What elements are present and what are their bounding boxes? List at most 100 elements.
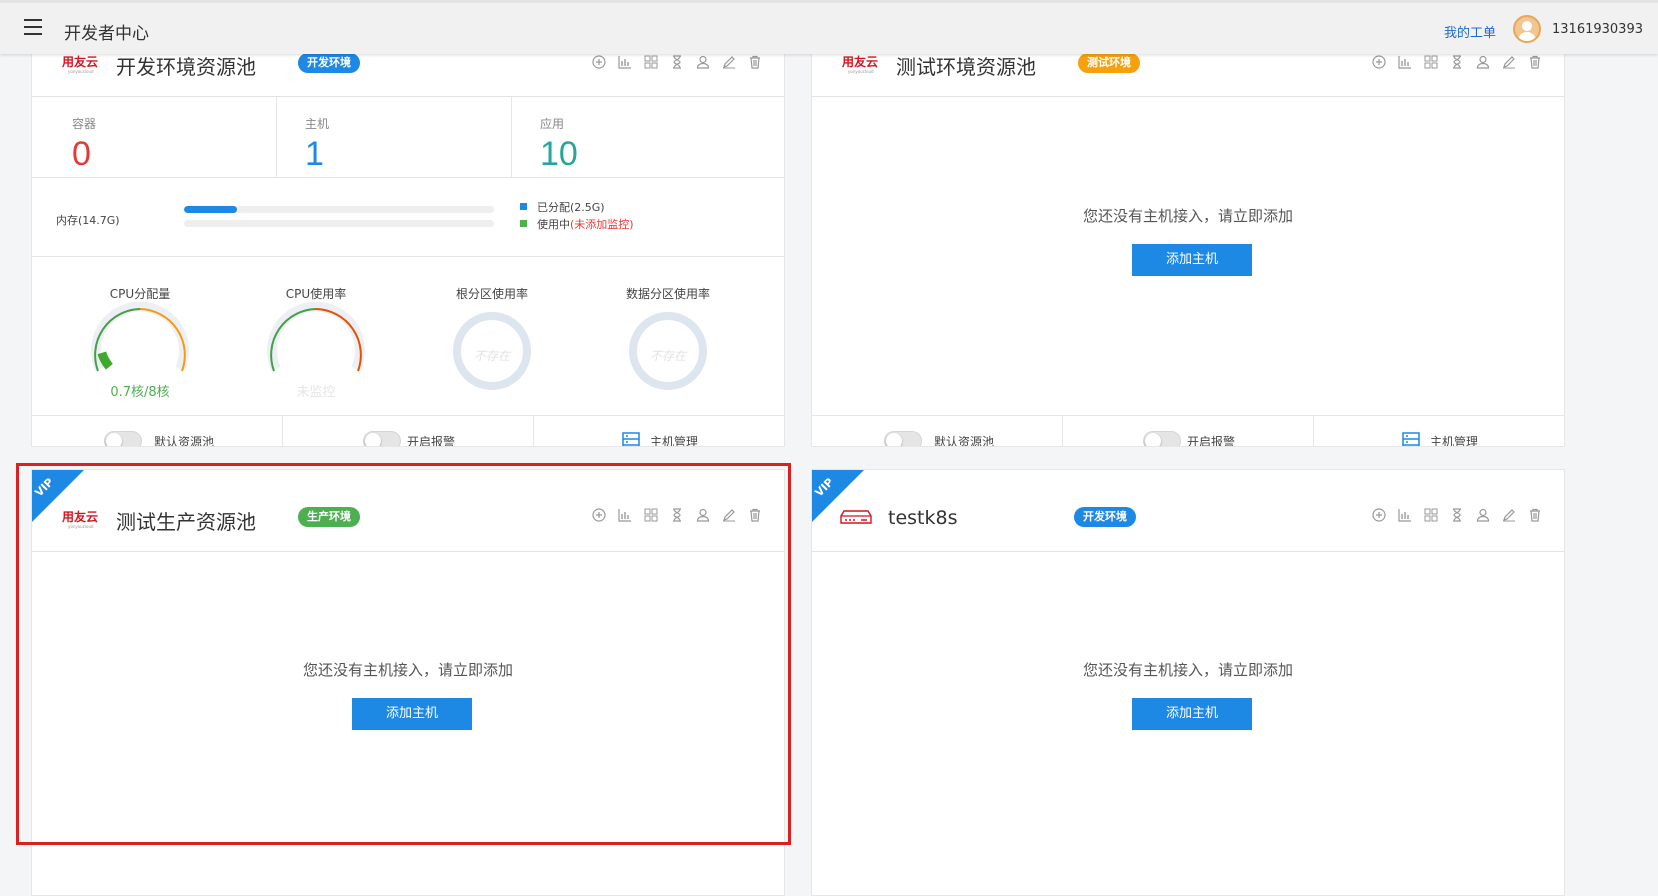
trash-icon[interactable] xyxy=(1526,506,1544,524)
hourglass-icon[interactable] xyxy=(1448,506,1466,524)
trash-icon[interactable] xyxy=(746,53,764,71)
card-header: testk8s 开发环境 xyxy=(812,470,1564,552)
bar-chart-icon[interactable] xyxy=(1396,53,1414,71)
user-icon[interactable] xyxy=(694,53,712,71)
alarm-toggle[interactable] xyxy=(1143,431,1181,446)
gauge-value: 未监控 xyxy=(296,385,336,400)
memory-label: 内存(14.7G) xyxy=(56,214,120,227)
stat-value: 1 xyxy=(305,135,324,173)
alarm-cell: 开启报警 xyxy=(1063,416,1314,446)
user-icon[interactable] xyxy=(694,506,712,524)
card-actions xyxy=(590,53,764,71)
bar-chart-icon[interactable] xyxy=(1396,506,1414,524)
default-pool-toggle[interactable] xyxy=(104,431,142,446)
edit-icon[interactable] xyxy=(720,53,738,71)
hourglass-icon[interactable] xyxy=(668,53,686,71)
add-circle-icon[interactable] xyxy=(1370,53,1388,71)
default-pool-cell: 默认资源池 xyxy=(812,416,1063,446)
pool-name: 测试环境资源池 xyxy=(896,55,1036,79)
env-badge: 测试环境 xyxy=(1078,53,1140,73)
default-pool-toggle[interactable] xyxy=(884,431,922,446)
add-host-button[interactable]: 添加主机 xyxy=(352,698,472,730)
hourglass-icon[interactable] xyxy=(1448,53,1466,71)
default-pool-cell: 默认资源池 xyxy=(32,416,283,446)
memory-row: 内存(14.7G) 已分配(2.5G) 使用中(未添加监控) xyxy=(32,177,784,257)
stat-apps: 应用 10 xyxy=(540,117,578,173)
yonyou-logo: 用友云 yonyoucloud xyxy=(62,510,99,529)
gauge-cpu-usage: CPU使用率 未监控 xyxy=(246,285,386,400)
card-footer: 默认资源池 开启报警 主机管理 xyxy=(32,415,784,447)
empty-message: 您还没有主机接入，请立即添加 xyxy=(302,661,513,679)
stat-containers: 容器 0 xyxy=(32,97,277,177)
memory-allocated-bar xyxy=(184,206,494,213)
empty-message: 您还没有主机接入，请立即添加 xyxy=(1082,207,1293,225)
pool-card-testk8s: VIP testk8s 开发环境 您还没有主机接入，请立即添加 添加主机 xyxy=(811,469,1565,896)
top-bar: 开发者中心 我的工单 13161930393 xyxy=(0,0,1658,54)
server-icon[interactable] xyxy=(1402,432,1420,447)
card-footer: 默认资源池 开启报警 主机管理 xyxy=(812,415,1564,447)
empty-message: 您还没有主机接入，请立即添加 xyxy=(1082,661,1293,679)
gauge-value: 不存在 xyxy=(473,349,510,363)
stat-value: 10 xyxy=(540,135,578,173)
add-host-button[interactable]: 添加主机 xyxy=(1132,698,1252,730)
card-actions xyxy=(590,506,764,524)
edit-icon[interactable] xyxy=(1500,53,1518,71)
add-host-button[interactable]: 添加主机 xyxy=(1132,244,1252,276)
card-actions xyxy=(1370,506,1544,524)
grid-icon[interactable] xyxy=(1422,53,1440,71)
card-actions xyxy=(1370,53,1544,71)
user-icon[interactable] xyxy=(1474,53,1492,71)
gauge-cpu-allocation: CPU分配量 0.7核/8核 xyxy=(70,285,210,400)
trash-icon[interactable] xyxy=(746,506,764,524)
edit-icon[interactable] xyxy=(720,506,738,524)
grid-icon[interactable] xyxy=(642,53,660,71)
env-badge: 开发环境 xyxy=(1074,507,1136,527)
pool-card-prod: VIP 用友云 yonyoucloud 测试生产资源池 生产环境 您还没有主机接入… xyxy=(31,469,785,896)
card-header: 用友云 yonyoucloud 测试生产资源池 生产环境 xyxy=(32,470,784,552)
data-partition-dial xyxy=(629,312,707,390)
host-manage-cell[interactable]: 主机管理 xyxy=(1314,416,1564,447)
env-badge: 生产环境 xyxy=(298,507,360,527)
memory-allocated-fill xyxy=(184,206,237,213)
hourglass-icon[interactable] xyxy=(668,506,686,524)
gauge-root-partition: 根分区使用率 不存在 xyxy=(422,285,562,390)
gauge-value: 不存在 xyxy=(649,349,686,363)
alarm-cell: 开启报警 xyxy=(283,416,534,446)
cpu-allocation-level xyxy=(97,351,113,370)
pool-card-test: 用友云 yonyoucloud 测试环境资源池 测试环境 您还没有主机接入，请立即… xyxy=(811,14,1565,447)
hamburger-menu-icon[interactable] xyxy=(24,19,44,35)
my-orders-link[interactable]: 我的工单 xyxy=(1444,22,1496,41)
server-icon[interactable] xyxy=(622,432,640,447)
legend-allocated: 已分配(2.5G) xyxy=(520,199,605,215)
pool-name: 开发环境资源池 xyxy=(116,55,256,79)
root-partition-dial xyxy=(453,312,531,390)
grid-icon[interactable] xyxy=(1422,506,1440,524)
gauge-value: 0.7核/8核 xyxy=(110,385,170,400)
add-circle-icon[interactable] xyxy=(590,53,608,71)
add-circle-icon[interactable] xyxy=(590,506,608,524)
alarm-toggle[interactable] xyxy=(363,431,401,446)
no-monitor-note: (未添加监控) xyxy=(570,218,634,231)
pool-card-dev: 用友云 yonyoucloud 开发环境资源池 开发环境 容器 0 主机 1 应用… xyxy=(31,14,785,447)
host-manage-cell[interactable]: 主机管理 xyxy=(534,416,784,447)
bar-chart-icon[interactable] xyxy=(616,506,634,524)
user-icon[interactable] xyxy=(1474,506,1492,524)
grid-icon[interactable] xyxy=(642,506,660,524)
env-badge: 开发环境 xyxy=(298,53,360,73)
trash-icon[interactable] xyxy=(1526,53,1544,71)
host-manage-link[interactable]: 主机管理 xyxy=(1430,433,1478,446)
user-avatar[interactable] xyxy=(1513,15,1541,43)
gauge-data-partition: 数据分区使用率 不存在 xyxy=(598,285,738,390)
add-circle-icon[interactable] xyxy=(1370,506,1388,524)
router-icon xyxy=(840,510,872,524)
user-phone[interactable]: 13161930393 xyxy=(1552,22,1643,37)
stat-value: 0 xyxy=(72,135,91,173)
yonyou-logo: 用友云 yonyoucloud xyxy=(62,55,99,74)
edit-icon[interactable] xyxy=(1500,506,1518,524)
host-manage-link[interactable]: 主机管理 xyxy=(650,433,698,446)
pool-name: 测试生产资源池 xyxy=(116,510,256,534)
bar-chart-icon[interactable] xyxy=(616,53,634,71)
memory-in-use-bar xyxy=(184,220,494,227)
pool-name: testk8s xyxy=(888,507,958,529)
legend-in-use: 使用中(未添加监控) xyxy=(520,216,634,232)
